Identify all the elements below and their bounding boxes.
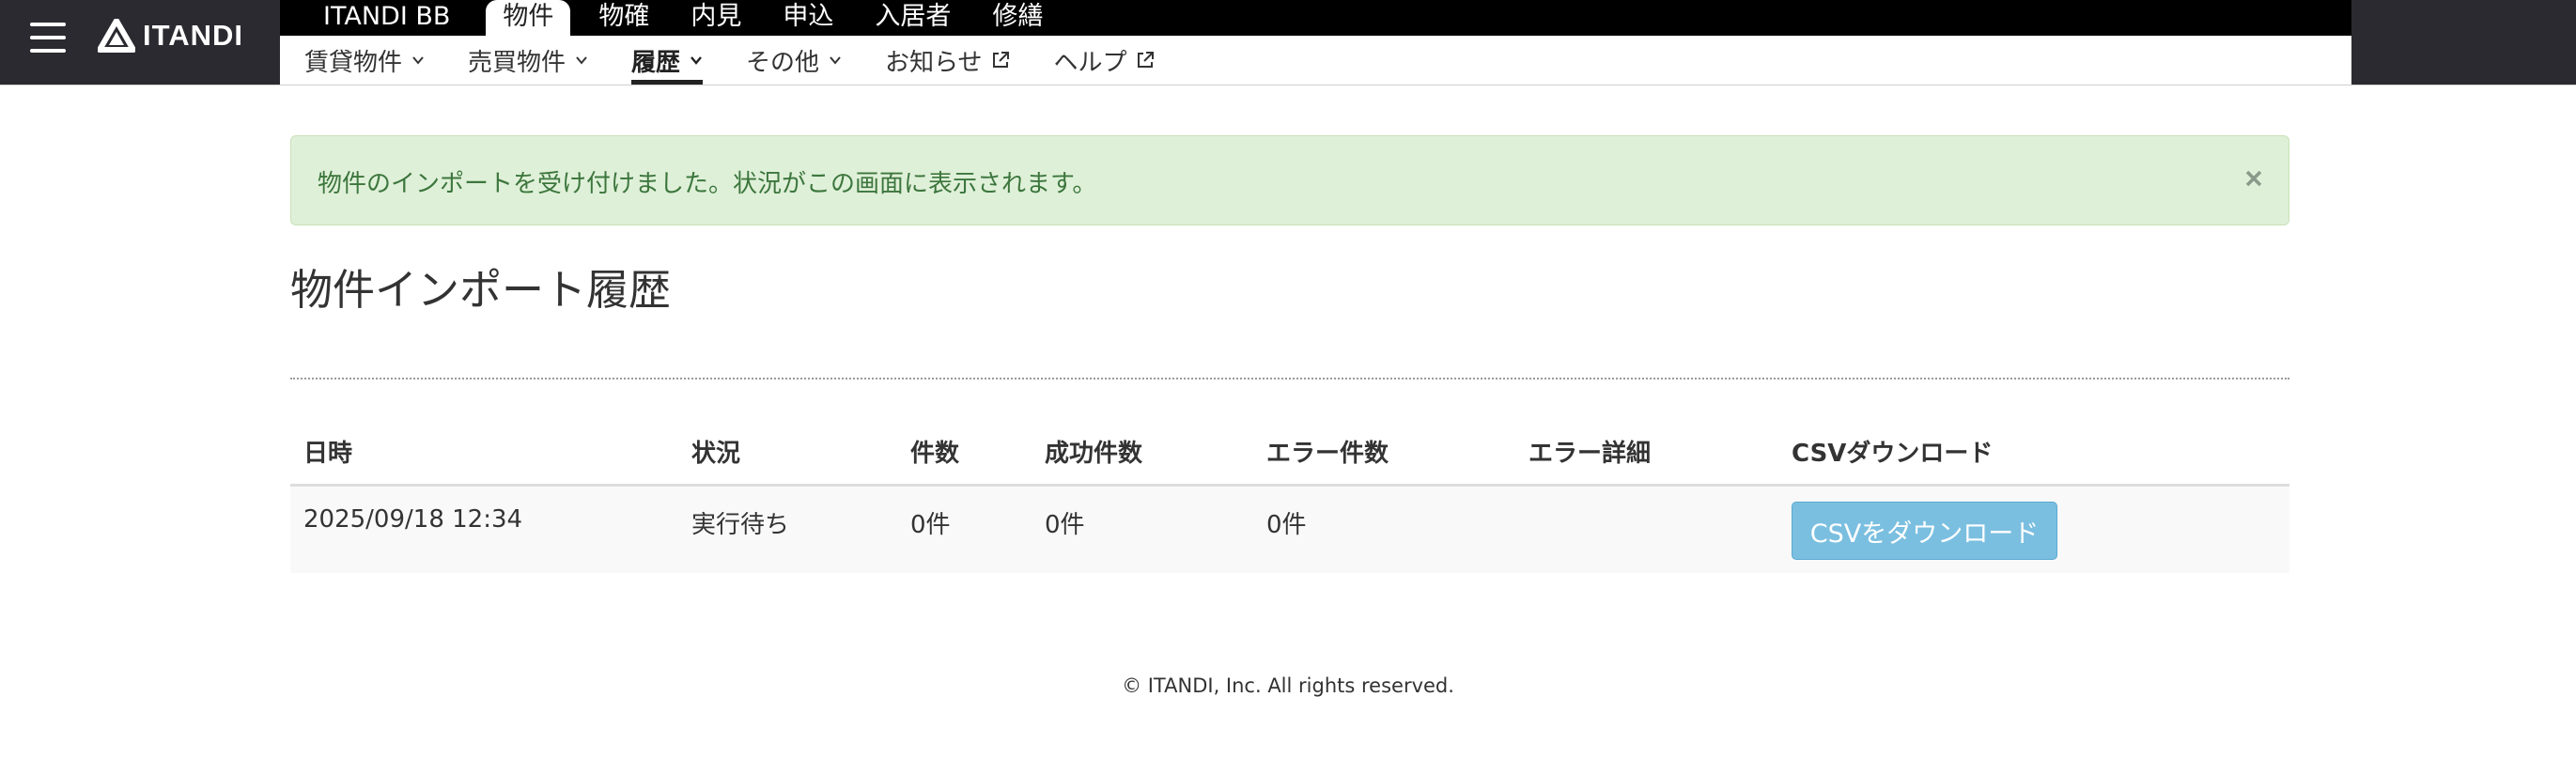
topnav-shuzen[interactable]: 修繕 <box>971 0 1063 36</box>
logo-icon <box>98 19 135 53</box>
header-right-panel <box>2351 0 2576 85</box>
csv-download-button[interactable]: CSVをダウンロード <box>1792 502 2057 560</box>
topnav-bukken[interactable]: 物件 <box>486 0 571 36</box>
header-csv-download: CSVダウンロード <box>1792 440 1994 468</box>
subnav-label: ヘルプ <box>1053 48 1127 77</box>
cell-datetime: 2025/09/18 12:34 <box>303 505 523 534</box>
subnav-label: お知らせ <box>885 48 983 77</box>
header-datetime: 日時 <box>303 440 353 468</box>
chevron-down-icon <box>830 56 841 65</box>
topnav-naiken[interactable]: 内見 <box>670 0 762 36</box>
alert-message: 物件のインポートを受け付けました。状況がこの画面に表示されます。 <box>318 170 1097 198</box>
chevron-down-icon <box>576 56 587 65</box>
chevron-down-icon <box>691 56 702 65</box>
subnav-label: 履歴 <box>631 48 681 77</box>
topnav-itandi-bb[interactable]: ITANDI BB <box>280 0 478 36</box>
menu-icon[interactable] <box>30 23 66 53</box>
header-error-count: エラー件数 <box>1266 440 1389 468</box>
section-divider <box>290 378 2289 380</box>
copyright-text: © ITANDI, Inc. All rights reserved. <box>1122 674 1454 697</box>
logo-text: ITANDI <box>143 19 244 52</box>
header-count: 件数 <box>910 440 960 468</box>
subnav-news[interactable]: お知らせ <box>885 36 1010 85</box>
external-link-icon <box>1137 52 1154 68</box>
table-row: 2025/09/18 12:34 実行待ち 0件 0件 0件 CSVをダウンロー… <box>290 487 2289 573</box>
cell-status: 実行待ち <box>691 511 790 539</box>
subnav-history[interactable]: 履歴 <box>631 36 704 85</box>
topnav-moushikomi[interactable]: 申込 <box>762 0 854 36</box>
external-link-icon <box>992 52 1009 68</box>
top-nav: ITANDI BB 物件 物確 内見 申込 入居者 修繕 <box>280 0 2351 36</box>
topnav-nyukyosha[interactable]: 入居者 <box>854 0 971 36</box>
header-success-count: 成功件数 <box>1045 440 1143 468</box>
brand-header: ITANDI <box>0 0 280 85</box>
subnav-other[interactable]: その他 <box>746 36 842 85</box>
success-alert: 物件のインポートを受け付けました。状況がこの画面に表示されます。 <box>290 135 2289 225</box>
itandi-logo[interactable]: ITANDI <box>98 19 243 53</box>
chevron-down-icon <box>412 56 424 65</box>
subnav-rental-properties[interactable]: 賃貸物件 <box>304 36 425 85</box>
import-history-table: 日時 状況 件数 成功件数 エラー件数 エラー詳細 CSVダウンロード 2025… <box>290 425 2289 573</box>
cell-error-count: 0件 <box>1266 511 1307 539</box>
header-error-detail: エラー詳細 <box>1529 440 1652 468</box>
close-icon[interactable] <box>2243 168 2264 189</box>
subnav-sale-properties[interactable]: 売買物件 <box>468 36 588 85</box>
page-title: 物件インポート履歴 <box>290 265 672 315</box>
cell-success-count: 0件 <box>1045 511 1085 539</box>
topnav-bukkaku[interactable]: 物確 <box>578 0 670 36</box>
subnav-label: その他 <box>746 48 820 77</box>
sub-nav: 賃貸物件 売買物件 履歴 その他 お知らせ ヘルプ <box>280 36 2351 85</box>
table-header: 日時 状況 件数 成功件数 エラー件数 エラー詳細 CSVダウンロード <box>290 425 2289 487</box>
subnav-label: 賃貸物件 <box>304 48 403 77</box>
header-status: 状況 <box>691 440 741 468</box>
footer: © ITANDI, Inc. All rights reserved. <box>0 674 2576 697</box>
subnav-help[interactable]: ヘルプ <box>1054 36 1156 85</box>
subnav-label: 売買物件 <box>468 48 566 77</box>
cell-count: 0件 <box>910 511 951 539</box>
